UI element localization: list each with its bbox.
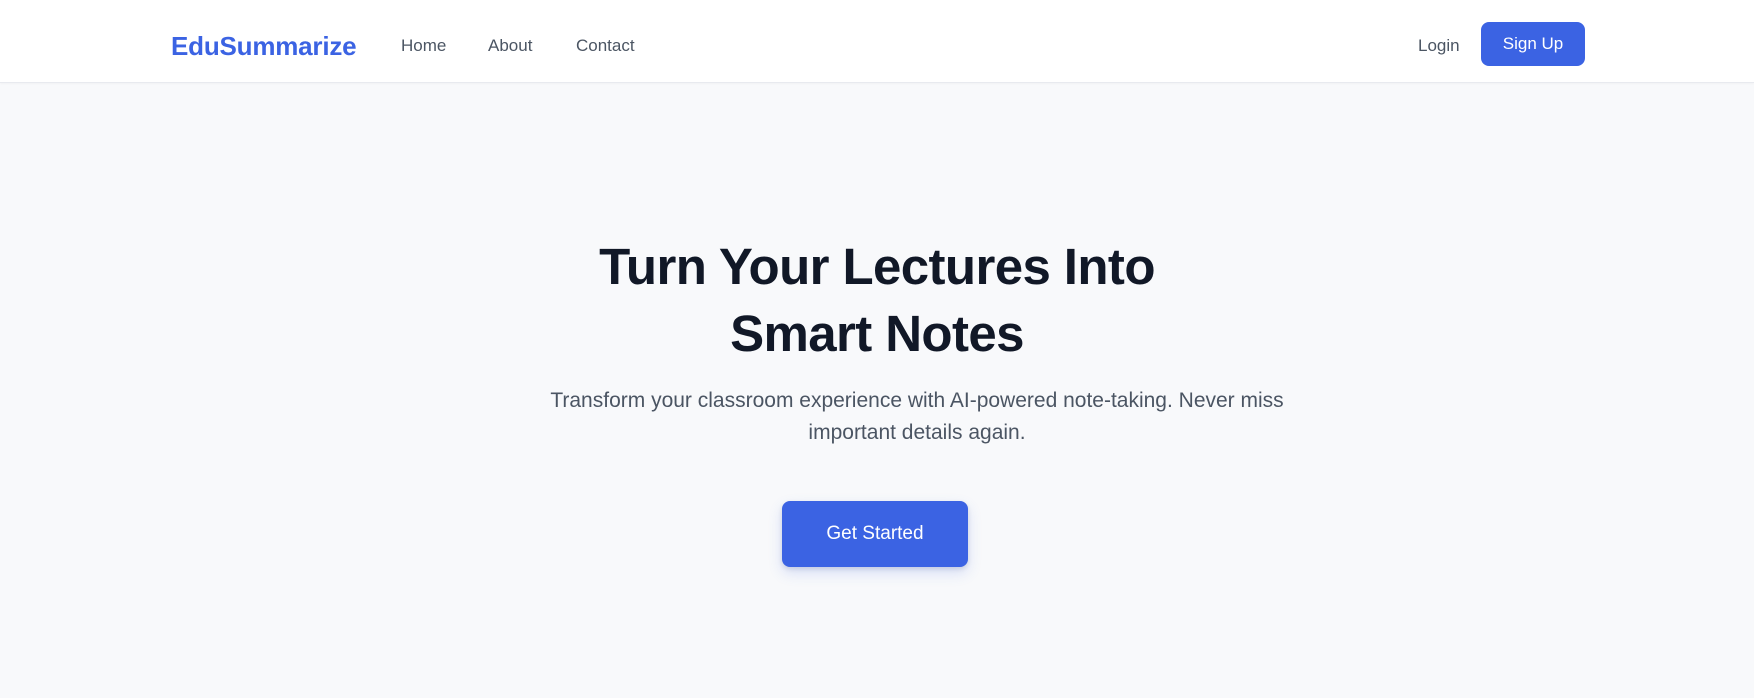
login-link[interactable]: Login	[1418, 35, 1460, 57]
sign-up-button[interactable]: Sign Up	[1481, 22, 1585, 66]
hero-title: Turn Your Lectures Into Smart Notes	[577, 233, 1177, 367]
hero-subtitle-line-2: important details again.	[808, 421, 1026, 444]
hero-subtitle-line-1: Transform your classroom experience with…	[550, 389, 1284, 412]
brand-logo[interactable]: EduSummarize	[171, 29, 357, 63]
nav-about-link[interactable]: About	[488, 35, 532, 57]
hero-title-line-1: Turn Your Lectures Into	[599, 238, 1155, 295]
top-navigation-bar: EduSummarize Home About Contact Login Si…	[0, 0, 1754, 83]
hero-section: Turn Your Lectures Into Smart Notes Tran…	[0, 83, 1754, 698]
hero-subtitle: Transform your classroom experience with…	[537, 385, 1297, 449]
get-started-button[interactable]: Get Started	[782, 501, 968, 567]
nav-contact-link[interactable]: Contact	[576, 35, 635, 57]
nav-home-link[interactable]: Home	[401, 35, 446, 57]
hero-title-line-2: Smart Notes	[730, 305, 1024, 362]
